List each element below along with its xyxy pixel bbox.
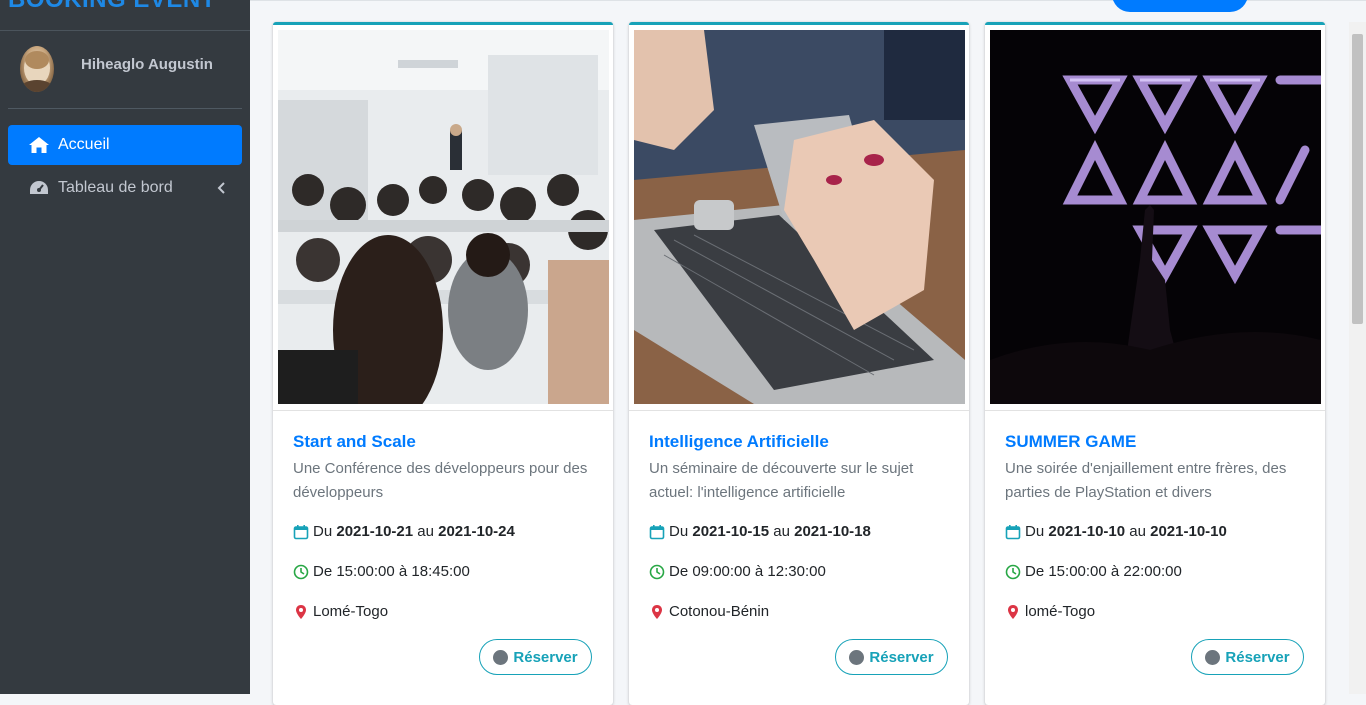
event-image <box>990 30 1321 404</box>
event-card: SUMMER GAME Une soirée d'enjaillement en… <box>985 22 1325 705</box>
event-location: lomé-Togo <box>1005 603 1095 620</box>
event-title[interactable]: SUMMER GAME <box>1005 432 1136 452</box>
calendar-icon <box>649 524 665 540</box>
event-image <box>278 30 609 404</box>
event-dates: Du 2021-10-15 au 2021-10-18 <box>649 523 871 540</box>
event-card: Intelligence Artificielle Un séminaire d… <box>629 22 969 705</box>
date-end: 2021-10-18 <box>794 523 871 540</box>
sidebar-item-accueil[interactable]: Accueil <box>8 125 242 165</box>
date-prefix: Du <box>313 523 333 540</box>
top-action-button[interactable] <box>1112 0 1248 12</box>
date-end: 2021-10-10 <box>1150 523 1227 540</box>
map-marker-icon <box>649 604 665 620</box>
home-icon <box>28 134 50 156</box>
event-image <box>634 30 965 404</box>
location-text: Cotonou-Bénin <box>669 603 770 620</box>
date-prefix: Du <box>669 523 689 540</box>
event-dates: Du 2021-10-21 au 2021-10-24 <box>293 523 515 540</box>
sidebar: BOOKING EVENT Hiheaglo Augustin Accueil … <box>0 0 250 694</box>
reserve-label: Réserver <box>869 648 934 666</box>
date-mid: au <box>773 523 790 540</box>
event-dates: Du 2021-10-10 au 2021-10-10 <box>1005 523 1227 540</box>
event-location: Lomé-Togo <box>293 603 388 620</box>
sidebar-item-label: Accueil <box>58 136 110 153</box>
map-marker-icon <box>293 604 309 620</box>
avatar[interactable] <box>20 46 54 92</box>
event-time: De 09:00:00 à 12:30:00 <box>649 563 826 580</box>
sidebar-item-label: Tableau de bord <box>58 179 173 196</box>
event-title[interactable]: Start and Scale <box>293 432 416 452</box>
clock-icon <box>649 564 665 580</box>
sidebar-item-tableau-de-bord[interactable]: Tableau de bord <box>8 168 242 208</box>
event-image-frame <box>629 25 969 411</box>
location-text: Lomé-Togo <box>313 603 389 620</box>
reserve-label: Réserver <box>1225 648 1290 666</box>
event-time: De 15:00:00 à 22:00:00 <box>1005 563 1182 580</box>
event-description: Un séminaire de découverte sur le sujet … <box>649 460 914 501</box>
date-prefix: Du <box>1025 523 1045 540</box>
event-card: Start and Scale Une Conférence des dével… <box>273 22 613 705</box>
time-text: De 15:00:00 à 22:00:00 <box>1025 563 1182 580</box>
scrollbar-thumb[interactable] <box>1352 34 1363 324</box>
user-panel: Hiheaglo Augustin <box>8 38 242 109</box>
calendar-icon <box>293 524 309 540</box>
event-location: Cotonou-Bénin <box>649 603 769 620</box>
date-mid: au <box>417 523 434 540</box>
event-time: De 15:00:00 à 18:45:00 <box>293 563 470 580</box>
map-marker-icon <box>1005 604 1021 620</box>
location-text: lomé-Togo <box>1025 603 1096 620</box>
time-text: De 15:00:00 à 18:45:00 <box>313 563 470 580</box>
event-title[interactable]: Intelligence Artificielle <box>649 432 829 452</box>
brand-divider <box>0 30 250 31</box>
date-start: 2021-10-10 <box>1048 523 1126 540</box>
user-name[interactable]: Hiheaglo Augustin <box>81 56 213 73</box>
event-description: Une soirée d'enjaillement entre frères, … <box>1005 460 1287 501</box>
date-mid: au <box>1129 523 1146 540</box>
date-end: 2021-10-24 <box>438 523 515 540</box>
event-image-frame <box>273 25 613 411</box>
reserve-button[interactable]: Réserver <box>835 639 948 675</box>
brand-logo[interactable]: BOOKING EVENT <box>8 0 250 30</box>
tachometer-icon <box>28 177 50 199</box>
reserve-label: Réserver <box>513 648 578 666</box>
event-image-frame <box>985 25 1325 411</box>
reserve-button[interactable]: Réserver <box>1191 639 1304 675</box>
calendar-icon <box>1005 524 1021 540</box>
chevron-left-icon <box>216 180 226 196</box>
time-text: De 09:00:00 à 12:30:00 <box>669 563 826 580</box>
circle-icon <box>1205 649 1221 665</box>
clock-icon <box>293 564 309 580</box>
date-start: 2021-10-21 <box>336 523 414 540</box>
circle-icon <box>849 649 865 665</box>
circle-icon <box>493 649 509 665</box>
event-description: Une Conférence des développeurs pour des… <box>293 460 588 501</box>
reserve-button[interactable]: Réserver <box>479 639 592 675</box>
clock-icon <box>1005 564 1021 580</box>
date-start: 2021-10-15 <box>692 523 770 540</box>
